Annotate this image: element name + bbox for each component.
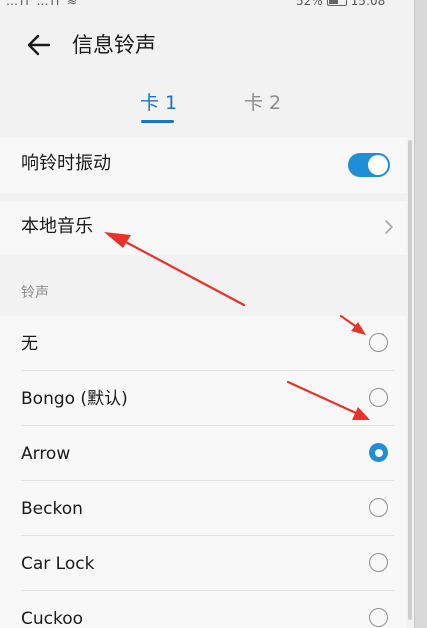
arrow-left-icon[interactable] <box>22 28 56 62</box>
battery-percent: 52% <box>296 0 323 8</box>
battery-icon <box>326 0 347 6</box>
sim-tabs: 卡 1 卡 2 <box>0 82 414 128</box>
radio-button[interactable] <box>369 553 388 572</box>
tab-sim-2[interactable]: 卡 2 <box>244 90 281 116</box>
toggle-knob <box>368 155 388 175</box>
app-bar: 信息铃声 <box>0 18 414 72</box>
status-bar: …ll …ll ≋ 52% 15:08 <box>0 0 414 10</box>
ringtone-item[interactable]: Bongo (默认) <box>0 371 406 426</box>
radio-button[interactable] <box>369 388 388 407</box>
ringtone-label: Cuckoo <box>21 609 84 628</box>
ringtone-label: Car Lock <box>21 554 95 574</box>
status-right: 52% 15:08 <box>296 0 385 8</box>
radio-button-selected[interactable] <box>369 443 388 462</box>
ringtone-item[interactable]: Beckon <box>0 481 406 536</box>
screen: …ll …ll ≋ 52% 15:08 信息铃声 卡 1 卡 2 响铃时振动 本地… <box>0 0 414 628</box>
local-music-label: 本地音乐 <box>21 216 93 237</box>
chevron-right-icon <box>385 220 393 234</box>
page-title: 信息铃声 <box>72 33 156 57</box>
radio-button[interactable] <box>369 608 388 627</box>
signal-icon: …ll …ll ≋ <box>6 0 80 8</box>
ringtone-label: 无 <box>21 334 38 354</box>
radio-button[interactable] <box>369 333 388 352</box>
window-edge <box>414 0 427 628</box>
ringtone-item[interactable]: Arrow <box>0 426 406 481</box>
ringtone-item[interactable]: Cuckoo <box>0 591 406 628</box>
tab-sim-1[interactable]: 卡 1 <box>140 90 177 116</box>
local-music-row[interactable]: 本地音乐 <box>0 201 406 255</box>
scrollbar[interactable] <box>408 140 412 620</box>
ringtone-label: Beckon <box>21 499 83 519</box>
vibrate-label: 响铃时振动 <box>21 153 111 174</box>
status-time: 15:08 <box>350 0 386 8</box>
ringtone-label: Bongo (默认) <box>21 389 128 409</box>
ringtone-section-header: 铃声 <box>21 285 49 301</box>
vibrate-toggle[interactable] <box>348 153 390 177</box>
ringtone-item[interactable]: Car Lock <box>0 536 406 591</box>
vibrate-row[interactable]: 响铃时振动 <box>0 137 406 193</box>
ringtone-list: 无 Bongo (默认) Arrow Beckon Car Lock Cucko… <box>0 316 406 628</box>
ringtone-label: Arrow <box>21 444 71 464</box>
tab-indicator <box>141 120 174 123</box>
radio-button[interactable] <box>369 498 388 517</box>
ringtone-item[interactable]: 无 <box>0 316 406 371</box>
